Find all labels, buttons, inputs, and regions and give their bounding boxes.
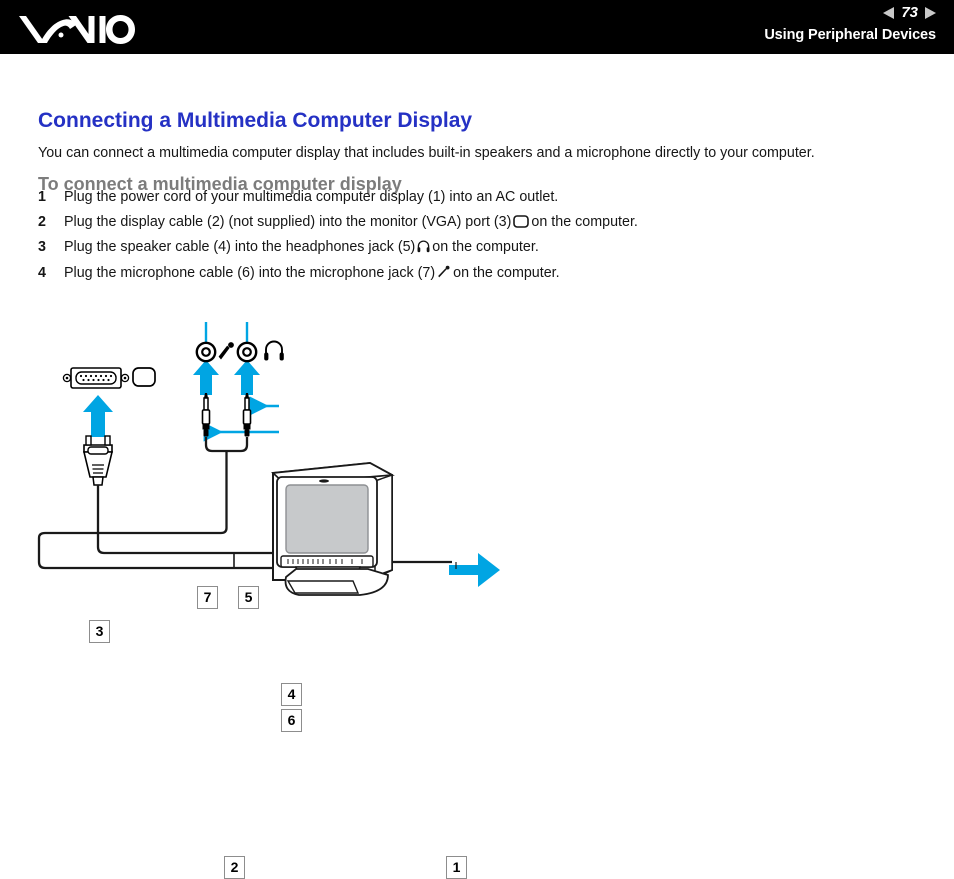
vga-monitor-icon (513, 215, 530, 233)
microphone-jack-icon (195, 341, 217, 363)
step-item: 4 Plug the microphone cable (6) into the … (38, 264, 560, 284)
step-item: 1 Plug the power cord of your multimedia … (38, 188, 558, 206)
audio-plug-icon (201, 393, 252, 437)
step-text-after: on the computer. (432, 239, 539, 255)
step-text-after: on the computer. (453, 265, 560, 281)
headphones-symbol-icon (264, 340, 284, 361)
callout-3: 3 (89, 620, 110, 643)
headphones-icon (417, 240, 430, 258)
intro-paragraph: You can connect a multimedia computer di… (38, 145, 815, 162)
callout-6: 6 (281, 709, 302, 732)
step-item: 2 Plug the display cable (2) (not supplie… (38, 213, 638, 233)
speaker-cable-run (37, 451, 287, 570)
step-text-after: on the computer. (531, 214, 638, 230)
diagram-graphic (37, 322, 500, 596)
page-title: Connecting a Multimedia Computer Display (38, 109, 473, 133)
page-number: 73 (901, 4, 918, 21)
display-cable (96, 485, 287, 555)
page-navigator[interactable]: 73 (883, 4, 936, 22)
crt-monitor-icon (271, 461, 395, 596)
triangle-right-icon[interactable] (925, 7, 936, 19)
step-text: Plug the microphone cable (6) into the m… (64, 265, 436, 281)
step-text: Plug the speaker cable (4) into the head… (64, 239, 416, 255)
callout-7: 7 (197, 586, 218, 609)
triangle-left-icon[interactable] (883, 7, 895, 19)
step-number: 3 (38, 239, 46, 255)
page-header: 73 Using Peripheral Devices (0, 0, 954, 54)
step-number: 4 (38, 265, 46, 281)
callout-1: 1 (446, 856, 467, 879)
speaker-cable (204, 437, 249, 453)
callout-5: 5 (238, 586, 259, 609)
monitor-icon (132, 367, 156, 387)
vga-port-icon (62, 367, 130, 389)
microphone-icon (437, 265, 451, 284)
connection-diagram: 7 5 3 4 6 2 1 (0, 285, 954, 879)
callout-2: 2 (224, 856, 245, 879)
step-text: Plug the power cord of your multimedia c… (64, 189, 559, 205)
vaio-logo (19, 15, 135, 44)
vga-plug-icon (82, 435, 114, 486)
headphones-jack-icon (236, 341, 258, 363)
microphone-symbol-icon (218, 342, 234, 360)
step-item: 3 Plug the speaker cable (4) into the hea… (38, 238, 539, 258)
step-text: Plug the display cable (2) (not supplied… (64, 214, 512, 230)
section-title: Using Peripheral Devices (764, 27, 936, 43)
arrow-right-icon (449, 553, 500, 587)
callout-4: 4 (281, 683, 302, 706)
step-number: 2 (38, 214, 46, 230)
step-number: 1 (38, 189, 46, 205)
